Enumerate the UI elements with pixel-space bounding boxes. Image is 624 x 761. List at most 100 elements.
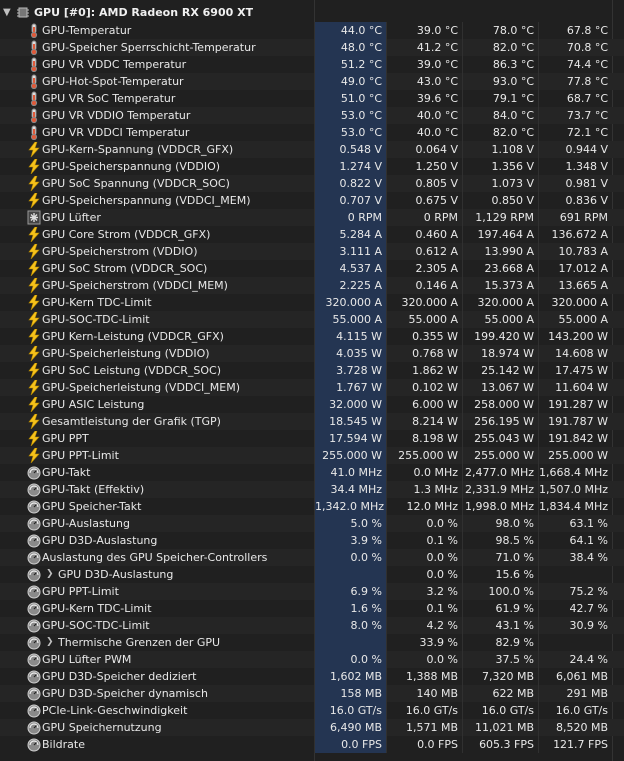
sensor-label: GPU Lüfter PWM (42, 653, 132, 666)
avg-value: 30.9 % (538, 617, 612, 634)
thermometer-icon (27, 91, 41, 107)
chevron-right-icon[interactable]: ❯ (46, 566, 54, 583)
max-value: 255.043 W (462, 430, 538, 447)
sensor-row[interactable]: GPU VR SoC Temperatur 51.0 °C 39.6 °C 79.1 … (0, 90, 624, 107)
gauge-icon (27, 618, 41, 633)
min-value: 320.000 A (386, 294, 462, 311)
sensor-row[interactable]: ❯ Thermische Grenzen der GPU 33.9 % 82.9 % (0, 634, 624, 651)
sensor-row[interactable]: GPU-Auslastung 5.0 % 0.0 % 98.0 % 63.1 % (0, 515, 624, 532)
sensor-row[interactable]: GPU Lüfter PWM 0.0 % 0.0 % 37.5 % 24.4 % (0, 651, 624, 668)
sensor-label: GPU-Kern TDC-Limit (42, 296, 152, 309)
sensor-row[interactable]: GPU D3D-Speicher dynamisch 158 MB 140 MB 62… (0, 685, 624, 702)
sensor-label: Thermische Grenzen der GPU (58, 636, 221, 649)
sensor-label: GPU Speichernutzung (42, 721, 162, 734)
sensor-row[interactable]: GPU Speichernutzung 6,490 MB 1,571 MB 11,02… (0, 719, 624, 736)
current-value: 34.4 MHz (314, 481, 386, 498)
current-value (314, 634, 386, 651)
sensor-row[interactable]: GPU-Speicherleistung (VDDIO) 4.035 W 0.768… (0, 345, 624, 362)
max-value: 86.3 °C (462, 56, 538, 73)
sensor-row[interactable]: GPU SoC Spannung (VDDCR_SOC) 0.822 V 0.805… (0, 175, 624, 192)
chip-icon (16, 5, 30, 20)
current-value: 44.0 °C (314, 22, 386, 39)
sensor-row[interactable]: GPU-Speicherspannung (VDDIO) 1.274 V 1.250… (0, 158, 624, 175)
sensor-row[interactable]: ❯ GPU D3D-Auslastung 0.0 % 15.6 % (0, 566, 624, 583)
max-value: 622 MB (462, 685, 538, 702)
avg-value: 143.200 W (538, 328, 612, 345)
sensor-row[interactable]: GPU-Kern TDC-Limit 320.000 A 320.000 A 320.… (0, 294, 624, 311)
sensor-row[interactable]: GPU D3D-Auslastung 3.9 % 0.1 % 98.5 % 64.1 % (0, 532, 624, 549)
current-value: 55.000 A (314, 311, 386, 328)
sensor-label: GPU-Kern TDC-Limit (42, 602, 152, 615)
sensor-row[interactable]: GPU-Speicherleistung (VDDCI_MEM) 1.767 W0… (0, 379, 624, 396)
min-value: 33.9 % (386, 634, 462, 651)
group-header[interactable]: ▼ GPU [#0]: AMD Radeon RX 6900 XT (0, 4, 624, 21)
bolt-icon (27, 430, 41, 447)
max-value: 1.073 V (462, 175, 538, 192)
sensor-label: Auslastung des GPU Speicher-Controllers (42, 551, 268, 564)
min-value: 16.0 GT/s (386, 702, 462, 719)
gauge-icon (27, 652, 41, 667)
min-value: 0.1 % (386, 600, 462, 617)
sensor-row[interactable]: GPU-Kern-Spannung (VDDCR_GFX) 0.548 V 0.06… (0, 141, 624, 158)
sensor-row[interactable]: GPU-Speicherspannung (VDDCI_MEM) 0.707 V0… (0, 192, 624, 209)
avg-value: 0.836 V (538, 192, 612, 209)
max-value: 0.850 V (462, 192, 538, 209)
max-value: 37.5 % (462, 651, 538, 668)
sensor-row[interactable]: GPU VR VDDCI Temperatur 53.0 °C 40.0 °C 82.… (0, 124, 624, 141)
sensor-row[interactable]: Auslastung des GPU Speicher-Controllers 0… (0, 549, 624, 566)
sensor-row[interactable]: GPU Speicher-Takt 1,342.0 MHz 12.0 MHz 1,99… (0, 498, 624, 515)
current-value: 320.000 A (314, 294, 386, 311)
sensor-row[interactable]: GPU SoC Strom (VDDCR_SOC) 4.537 A 2.305 A2… (0, 260, 624, 277)
sensor-row[interactable]: GPU SoC Leistung (VDDCR_SOC) 3.728 W 1.862… (0, 362, 624, 379)
chevron-right-icon[interactable]: ❯ (46, 634, 54, 651)
sensor-row[interactable]: GPU Kern-Leistung (VDDCR_GFX) 4.115 W 0.35… (0, 328, 624, 345)
current-value: 1.767 W (314, 379, 386, 396)
current-value: 1,342.0 MHz (314, 498, 386, 515)
sensor-row[interactable]: GPU PPT-Limit 6.9 % 3.2 % 100.0 % 75.2 % (0, 583, 624, 600)
chevron-down-icon[interactable]: ▼ (3, 4, 11, 21)
sensor-row[interactable]: GPU PPT 17.594 W 8.198 W 255.043 W 191.842 W (0, 430, 624, 447)
sensor-row[interactable]: GPU VR VDDIO Temperatur 53.0 °C 40.0 °C 84.… (0, 107, 624, 124)
sensor-row[interactable]: Gesamtleistung der Grafik (TGP) 18.545 W8… (0, 413, 624, 430)
sensor-row[interactable]: PCIe-Link-Geschwindigkeit 16.0 GT/s 16.0 G… (0, 702, 624, 719)
avg-value (538, 566, 612, 583)
sensor-row[interactable]: GPU-SOC-TDC-Limit 8.0 % 4.2 % 43.1 % 30.9 % (0, 617, 624, 634)
sensor-row[interactable]: GPU-Speicherstrom (VDDCI_MEM) 2.225 A 0.14… (0, 277, 624, 294)
avg-value: 38.4 % (538, 549, 612, 566)
avg-value: 6,061 MB (538, 668, 612, 685)
max-value: 2,477.0 MHz (462, 464, 538, 481)
avg-value: 75.2 % (538, 583, 612, 600)
sensor-row[interactable]: GPU Lüfter 0 RPM 0 RPM 1,129 RPM 691 RPM (0, 209, 624, 226)
sensor-row[interactable]: GPU Core Strom (VDDCR_GFX) 5.284 A 0.460 A… (0, 226, 624, 243)
avg-value: 136.672 A (538, 226, 612, 243)
sensor-row[interactable]: GPU-Takt 41.0 MHz 0.0 MHz 2,477.0 MHz 1,668.… (0, 464, 624, 481)
sensor-row[interactable]: GPU PPT-Limit 255.000 W 255.000 W 255.000 W… (0, 447, 624, 464)
avg-value: 64.1 % (538, 532, 612, 549)
sensor-row[interactable]: GPU-Speicherstrom (VDDIO) 3.111 A 0.612 A1… (0, 243, 624, 260)
sensor-row[interactable]: GPU ASIC Leistung 32.000 W 6.000 W 258.000 … (0, 396, 624, 413)
avg-value: 67.8 °C (538, 22, 612, 39)
max-value: 15.373 A (462, 277, 538, 294)
current-value: 18.545 W (314, 413, 386, 430)
current-value: 0.548 V (314, 141, 386, 158)
avg-value: 74.4 °C (538, 56, 612, 73)
max-value: 93.0 °C (462, 73, 538, 90)
min-value: 1,571 MB (386, 719, 462, 736)
sensor-row[interactable]: GPU-Hot-Spot-Temperatur 49.0 °C 43.0 °C 93.… (0, 73, 624, 90)
max-value: 197.464 A (462, 226, 538, 243)
sensor-label: GPU-Speicher Sperrschicht-Temperatur (42, 41, 256, 54)
sensor-row[interactable]: GPU-Speicher Sperrschicht-Temperatur 48.0… (0, 39, 624, 56)
sensor-row[interactable]: GPU VR VDDC Temperatur 51.2 °C 39.0 °C 86.3… (0, 56, 624, 73)
sensor-row[interactable]: GPU-Temperatur 44.0 °C 39.0 °C 78.0 °C 67.8 … (0, 22, 624, 39)
sensor-row[interactable]: GPU-Kern TDC-Limit 1.6 % 0.1 % 61.9 % 42.7 % (0, 600, 624, 617)
avg-value: 1,507.0 MHz (538, 481, 612, 498)
sensor-row[interactable]: GPU-Takt (Effektiv) 34.4 MHz 1.3 MHz 2,331.… (0, 481, 624, 498)
sensor-label: GPU-Takt (Effektiv) (42, 483, 145, 496)
avg-value: 13.665 A (538, 277, 612, 294)
sensor-label: GPU ASIC Leistung (42, 398, 145, 411)
sensor-row[interactable]: GPU D3D-Speicher dediziert 1,602 MB 1,388 … (0, 668, 624, 685)
avg-value: 0.944 V (538, 141, 612, 158)
min-value: 0.0 FPS (386, 736, 462, 753)
sensor-row[interactable]: Bildrate 0.0 FPS 0.0 FPS 605.3 FPS 121.7 FPS (0, 736, 624, 753)
sensor-row[interactable]: GPU-SOC-TDC-Limit 55.000 A 55.000 A 55.000 … (0, 311, 624, 328)
